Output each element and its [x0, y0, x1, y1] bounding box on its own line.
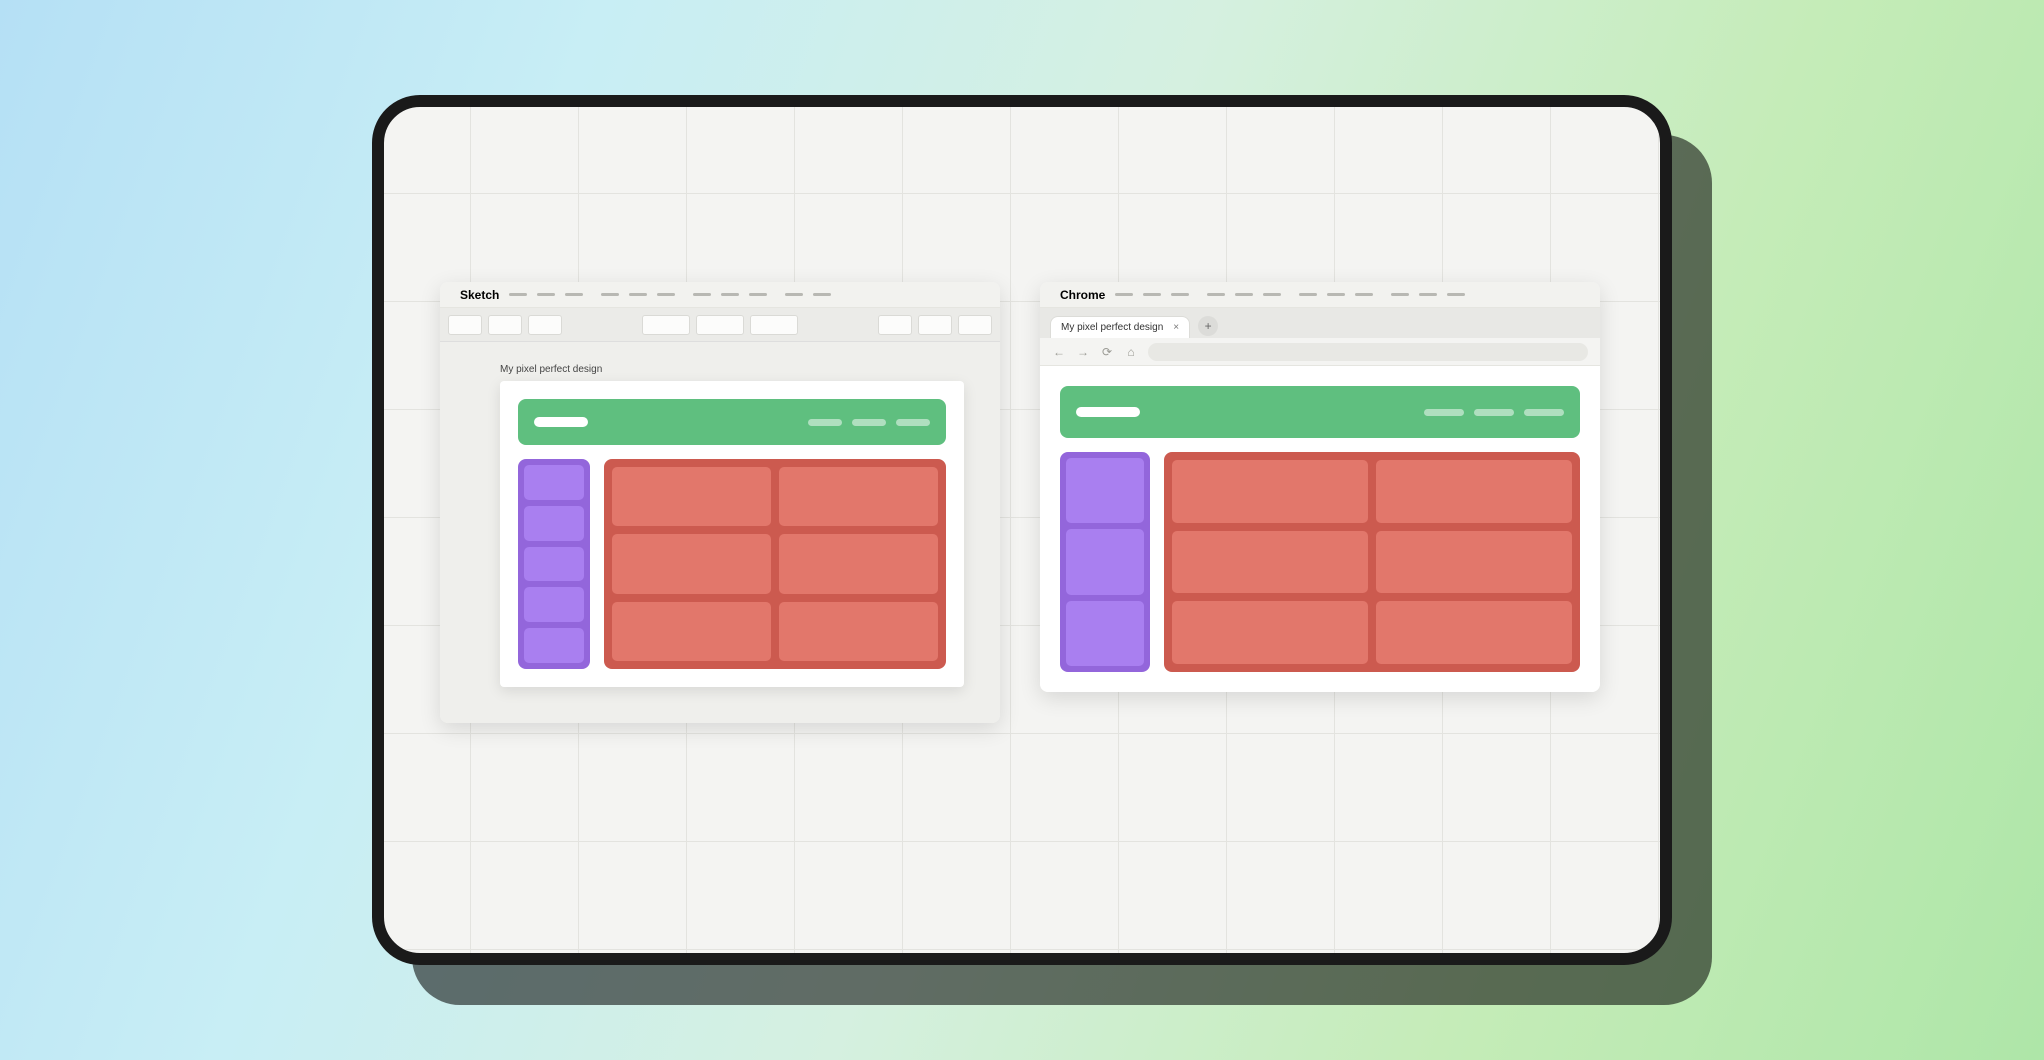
rendered-page [1060, 386, 1580, 672]
mock-nav-item [1474, 409, 1514, 416]
forward-icon[interactable]: → [1076, 345, 1090, 359]
mock-logo [1076, 407, 1140, 417]
menu-item-placeholder[interactable] [537, 293, 555, 296]
toolbar-button[interactable] [642, 315, 690, 335]
mock-sidebar-item [524, 465, 584, 500]
menu-item-placeholder[interactable] [1143, 293, 1161, 296]
mock-nav-item [852, 419, 886, 426]
mock-sidebar-item [524, 547, 584, 582]
mock-card [779, 602, 938, 661]
artboard-label[interactable]: My pixel perfect design [500, 364, 964, 375]
mock-content-grid [604, 459, 946, 669]
chrome-app-name: Chrome [1060, 288, 1105, 302]
mock-card [1172, 460, 1368, 523]
mock-sidebar-item [1066, 458, 1144, 523]
new-tab-button[interactable]: + [1198, 316, 1218, 336]
toolbar-button[interactable] [528, 315, 562, 335]
chrome-tab-title: My pixel perfect design [1061, 322, 1163, 333]
mock-sidebar [518, 459, 590, 669]
menu-item-placeholder[interactable] [1327, 293, 1345, 296]
menu-item-placeholder[interactable] [565, 293, 583, 296]
mock-card [1376, 531, 1572, 594]
menu-item-placeholder[interactable] [1419, 293, 1437, 296]
mock-card [612, 467, 771, 526]
mock-body [1060, 452, 1580, 672]
mock-card [1172, 531, 1368, 594]
menu-item-placeholder[interactable] [1299, 293, 1317, 296]
menu-item-placeholder[interactable] [601, 293, 619, 296]
address-bar[interactable] [1148, 343, 1588, 361]
sketch-menubar: Sketch [440, 282, 1000, 308]
mock-sidebar-item [524, 506, 584, 541]
sketch-canvas[interactable]: My pixel perfect design [440, 342, 1000, 723]
mock-header [518, 399, 946, 445]
mock-card [779, 534, 938, 593]
mock-card [1376, 460, 1572, 523]
toolbar-button[interactable] [696, 315, 744, 335]
plus-icon: + [1205, 319, 1212, 333]
sketch-window: Sketch [440, 282, 1000, 723]
mock-sidebar-item [524, 587, 584, 622]
chrome-window: Chrome My pixel perfect design × [1040, 282, 1600, 692]
mock-nav-item [1424, 409, 1464, 416]
mock-content-grid [1164, 452, 1580, 672]
toolbar-button[interactable] [448, 315, 482, 335]
sketch-artboard[interactable] [500, 381, 964, 687]
mock-sidebar-item [1066, 529, 1144, 594]
mock-nav-item [808, 419, 842, 426]
menu-item-placeholder[interactable] [1207, 293, 1225, 296]
mock-sidebar-item [1066, 601, 1144, 666]
chrome-toolbar: ← → ⟳ ⌂ [1040, 338, 1600, 366]
menu-item-placeholder[interactable] [1115, 293, 1133, 296]
menu-item-placeholder[interactable] [1355, 293, 1373, 296]
home-icon[interactable]: ⌂ [1124, 345, 1138, 359]
back-icon[interactable]: ← [1052, 345, 1066, 359]
mock-card [1376, 601, 1572, 664]
menu-item-placeholder[interactable] [1263, 293, 1281, 296]
menu-item-placeholder[interactable] [1391, 293, 1409, 296]
menu-item-placeholder[interactable] [749, 293, 767, 296]
mock-card [779, 467, 938, 526]
mock-logo [534, 417, 588, 427]
tablet-device-frame: Sketch [372, 95, 1672, 965]
menu-item-placeholder[interactable] [509, 293, 527, 296]
menu-item-placeholder[interactable] [1171, 293, 1189, 296]
mock-body [518, 459, 946, 669]
sketch-toolbar [440, 308, 1000, 342]
menu-item-placeholder[interactable] [1235, 293, 1253, 296]
mock-header [1060, 386, 1580, 438]
mock-card [612, 534, 771, 593]
menu-item-placeholder[interactable] [813, 293, 831, 296]
toolbar-button[interactable] [958, 315, 992, 335]
chrome-tab[interactable]: My pixel perfect design × [1050, 316, 1190, 338]
menu-item-placeholder[interactable] [785, 293, 803, 296]
menu-item-placeholder[interactable] [629, 293, 647, 296]
close-tab-icon[interactable]: × [1173, 322, 1179, 333]
mock-sidebar [1060, 452, 1150, 672]
menu-item-placeholder[interactable] [721, 293, 739, 296]
toolbar-button[interactable] [878, 315, 912, 335]
toolbar-button[interactable] [918, 315, 952, 335]
chrome-menubar: Chrome [1040, 282, 1600, 308]
menu-item-placeholder[interactable] [693, 293, 711, 296]
chrome-tabstrip: My pixel perfect design × + [1040, 308, 1600, 338]
design-mock [518, 399, 946, 669]
mock-nav-item [1524, 409, 1564, 416]
windows-container: Sketch [384, 107, 1660, 953]
mock-sidebar-item [524, 628, 584, 663]
menu-item-placeholder[interactable] [1447, 293, 1465, 296]
menu-item-placeholder[interactable] [657, 293, 675, 296]
sketch-app-name: Sketch [460, 288, 499, 302]
mock-nav-item [896, 419, 930, 426]
mock-card [612, 602, 771, 661]
mock-card [1172, 601, 1368, 664]
toolbar-button[interactable] [488, 315, 522, 335]
toolbar-button[interactable] [750, 315, 798, 335]
chrome-viewport [1040, 366, 1600, 692]
reload-icon[interactable]: ⟳ [1100, 345, 1114, 359]
